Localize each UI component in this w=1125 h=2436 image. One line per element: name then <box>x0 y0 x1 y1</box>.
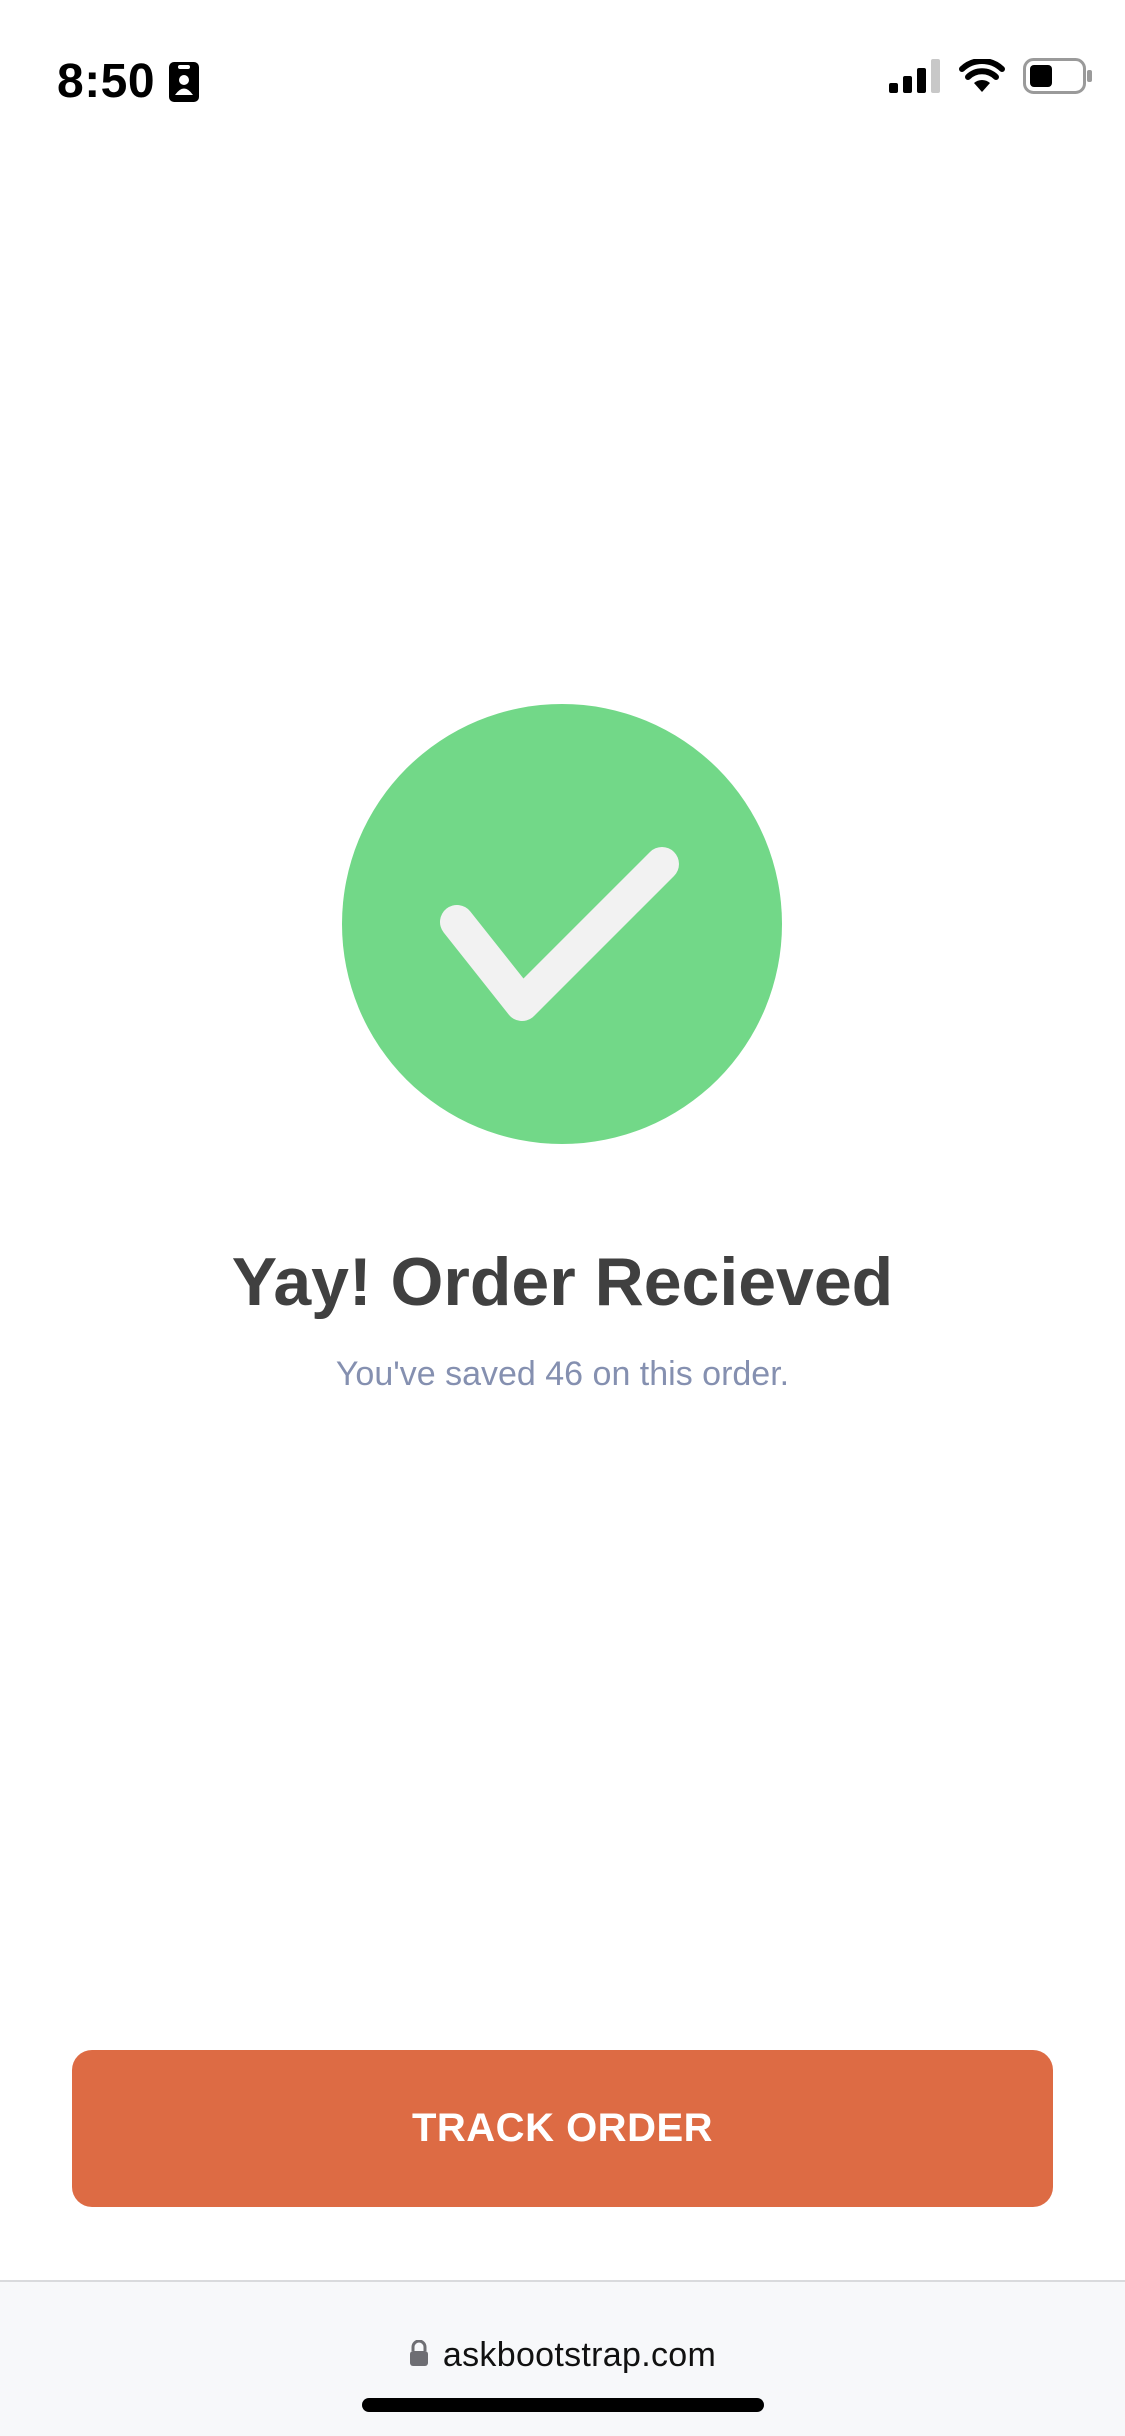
checkmark-icon <box>440 847 679 1021</box>
browser-url-bar[interactable]: askbootstrap.com <box>0 2280 1125 2436</box>
wifi-icon <box>959 58 1005 98</box>
page-title: Yay! Order Recieved <box>231 1244 894 1320</box>
status-bar: 8:50 <box>0 0 1125 150</box>
cellular-signal-icon <box>889 59 941 98</box>
track-order-label: TRACK ORDER <box>411 2106 714 2150</box>
status-time: 8:50 <box>57 55 156 108</box>
battery-icon <box>1023 58 1093 99</box>
savings-message: You've saved 46 on this order. <box>335 1355 790 1393</box>
url-text: askbootstrap.com <box>442 2336 717 2374</box>
order-success-screen: 8:50 Yay! Order Recieved You've saved 46… <box>0 0 1125 2436</box>
id-card-icon <box>169 62 200 102</box>
home-indicator[interactable] <box>362 2398 764 2412</box>
success-circle <box>342 704 782 1144</box>
lock-icon <box>409 2339 429 2371</box>
track-order-button[interactable]: TRACK ORDER <box>72 2050 1053 2207</box>
